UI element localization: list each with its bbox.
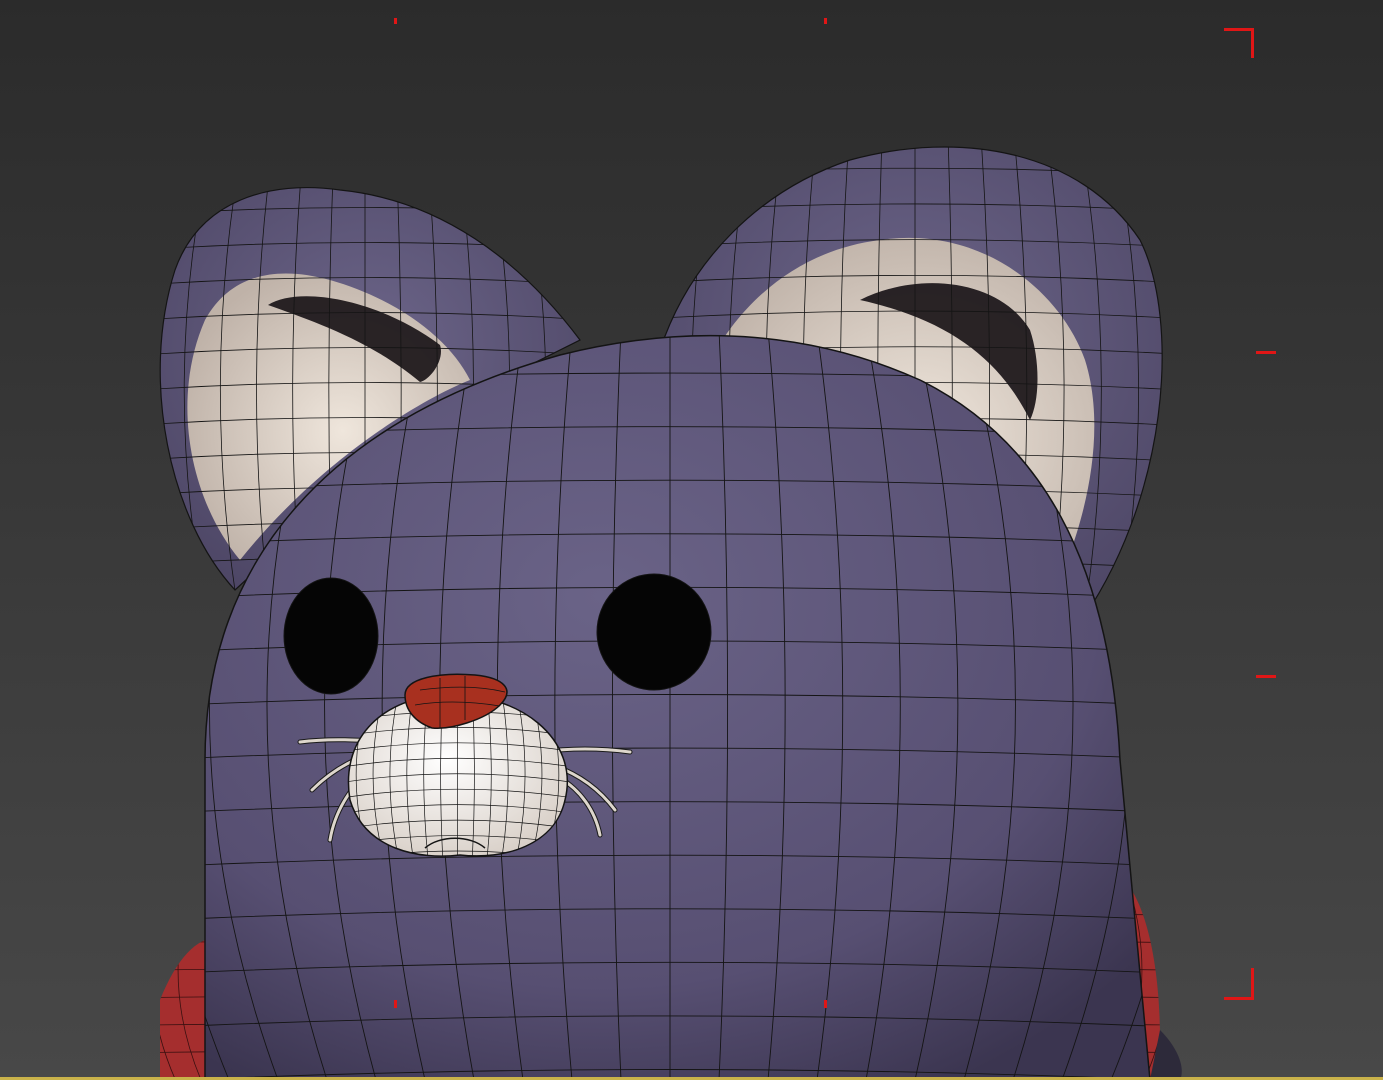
left-eye <box>283 577 379 695</box>
safe-frame-tick-top-right <box>824 18 827 24</box>
viewport-scene[interactable] <box>0 0 1383 1080</box>
safe-frame-tick-right-lower <box>1256 675 1276 678</box>
safe-frame-tick-bottom-left <box>394 1000 397 1008</box>
safe-frame-tick-bottom-right <box>824 1000 827 1008</box>
3d-viewport[interactable] <box>0 0 1383 1080</box>
safe-frame-corner-top-right-h <box>1224 28 1254 31</box>
safe-frame-corner-bottom-right-h <box>1224 997 1254 1000</box>
right-eye <box>596 573 712 691</box>
safe-frame-tick-top-left <box>394 18 397 24</box>
safe-frame-corner-bottom-right-v <box>1251 968 1254 1000</box>
safe-frame-corner-top-right-v <box>1251 28 1254 58</box>
safe-frame-tick-right-upper <box>1256 351 1276 354</box>
